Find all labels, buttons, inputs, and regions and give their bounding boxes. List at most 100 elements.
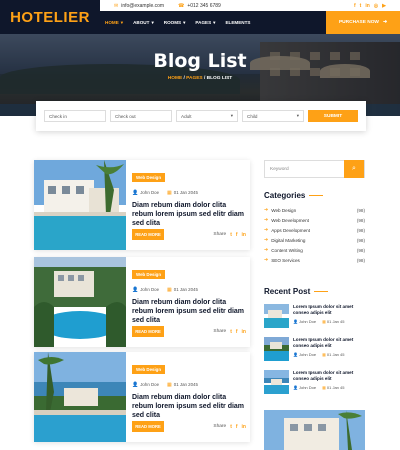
booking-search: Check in Check out Adult ▾ Child ▾ SUBMIT: [36, 101, 366, 131]
twitter-icon[interactable]: t: [230, 329, 232, 335]
recent-post-heading: Recent Post: [264, 287, 329, 296]
linkedin-icon[interactable]: in: [242, 232, 246, 238]
post-author: John Doe: [140, 190, 160, 195]
linkedin-icon[interactable]: in: [242, 329, 246, 335]
phone-icon: ☎: [178, 2, 185, 9]
nav-item-about[interactable]: ABOUT ▾: [128, 20, 159, 26]
calendar-icon: ▦: [167, 287, 172, 293]
calendar-icon: ▦: [322, 319, 326, 324]
breadcrumb-pages[interactable]: PAGES: [186, 76, 202, 81]
calendar-icon: ▦: [167, 190, 172, 196]
recent-post-title[interactable]: Lorem Ipsum dolor sit amet conseo adipis…: [293, 337, 365, 349]
instagram-icon[interactable]: ◎: [374, 3, 378, 9]
envelope-icon: ✉: [114, 2, 119, 9]
child-select[interactable]: Child ▾: [242, 110, 304, 122]
read-more-button[interactable]: READ MORE: [132, 421, 164, 432]
category-item[interactable]: ➜ SEO Services (98): [264, 255, 365, 265]
recent-post-item[interactable]: Lorem Ipsum dolor sit amet conseo adipis…: [264, 370, 365, 396]
sidebar-image[interactable]: [264, 410, 365, 450]
category-item[interactable]: ➜ Apps Development (98): [264, 225, 365, 235]
post-date: 01 Jan 2045: [173, 190, 198, 195]
recent-post-author: John Doe: [298, 319, 317, 324]
nav-item-elements[interactable]: ELEMENTS: [220, 20, 255, 26]
checkin-field[interactable]: Check in: [44, 110, 106, 122]
social-links: f t in ◎ ▶: [354, 3, 386, 9]
youtube-icon[interactable]: ▶: [382, 3, 386, 9]
breadcrumb: HOME / PAGES / BLOG LIST: [167, 76, 233, 81]
twitter-icon[interactable]: t: [230, 424, 232, 430]
user-icon: 👤: [293, 352, 298, 357]
post-category-tag[interactable]: Web Design: [132, 365, 166, 374]
calendar-icon: ▦: [322, 352, 326, 357]
recent-post-author: John Doe: [298, 385, 317, 390]
arrow-right-icon: ➜: [264, 247, 269, 253]
arrow-right-icon: ➜: [264, 257, 269, 263]
purchase-now-button[interactable]: PURCHASE NOW ➜: [326, 11, 400, 34]
recent-post-thumbnail[interactable]: [264, 370, 289, 394]
header: HOTELIER ✉ info@example.com ☎ +012 345 678…: [0, 0, 400, 34]
post-title[interactable]: Diam rebum diam dolor clita rebum lorem …: [132, 298, 246, 325]
category-list: ➜ Web Design (98) ➜ Web Development (98) ➜ Ap…: [264, 205, 365, 265]
blog-post: Web Design 👤 John Doe ▦ 01 Jan 2045 Diam re…: [34, 160, 250, 250]
category-item[interactable]: ➜ Content Writing (98): [264, 245, 365, 255]
brand-logo[interactable]: HOTELIER: [0, 0, 100, 34]
facebook-icon[interactable]: f: [236, 424, 238, 430]
category-item[interactable]: ➜ Digital Marketing (98): [264, 235, 365, 245]
linkedin-icon[interactable]: in: [242, 424, 246, 430]
submit-button[interactable]: SUBMIT: [308, 110, 358, 122]
blog-post: Web Design 👤 John Doe ▦ 01 Jan 2045 Diam re…: [34, 257, 250, 347]
facebook-icon[interactable]: f: [236, 232, 238, 238]
search-icon: ⌕: [352, 165, 356, 172]
post-title[interactable]: Diam rebum diam dolor clita rebum lorem …: [132, 201, 246, 228]
recent-post-title[interactable]: Lorem Ipsum dolor sit amet conseo adipis…: [293, 304, 365, 316]
read-more-button[interactable]: READ MORE: [132, 229, 164, 240]
read-more-button[interactable]: READ MORE: [132, 326, 164, 337]
adult-select[interactable]: Adult ▾: [176, 110, 238, 122]
blog-post: Web Design 👤 John Doe ▦ 01 Jan 2045 Diam re…: [34, 352, 250, 442]
twitter-icon[interactable]: t: [230, 232, 232, 238]
recent-post-thumbnail[interactable]: [264, 337, 289, 361]
checkout-field[interactable]: Check out: [110, 110, 172, 122]
calendar-icon: ▦: [167, 382, 172, 388]
arrow-right-icon: ➜: [264, 207, 269, 213]
nav-item-rooms[interactable]: ROOMS ▾: [159, 20, 191, 26]
arrow-right-icon: ➜: [264, 217, 269, 223]
post-image[interactable]: [34, 352, 126, 442]
facebook-icon[interactable]: f: [236, 329, 238, 335]
categories-heading: Categories: [264, 191, 324, 200]
share-links: Share t f in: [213, 231, 246, 238]
recent-post-date: 01 Jan 45: [326, 385, 345, 390]
category-item[interactable]: ➜ Web Development (98): [264, 215, 365, 225]
twitter-icon[interactable]: t: [360, 3, 362, 9]
sidebar-search: Keyword ⌕: [264, 160, 365, 178]
arrow-right-icon: ➜: [264, 227, 269, 233]
recent-post-item[interactable]: Lorem Ipsum dolor sit amet conseo adipis…: [264, 304, 365, 330]
keyword-input[interactable]: Keyword: [265, 167, 344, 172]
facebook-icon[interactable]: f: [354, 3, 356, 9]
category-item[interactable]: ➜ Web Design (98): [264, 205, 365, 215]
recent-post-item[interactable]: Lorem Ipsum dolor sit amet conseo adipis…: [264, 337, 365, 363]
email-contact: ✉ info@example.com: [114, 3, 164, 9]
post-image[interactable]: [34, 257, 126, 347]
post-category-tag[interactable]: Web Design: [132, 173, 166, 182]
email-text: info@example.com: [121, 2, 165, 9]
post-category-tag[interactable]: Web Design: [132, 270, 166, 279]
post-image[interactable]: [34, 160, 126, 250]
user-icon: 👤: [132, 382, 139, 388]
linkedin-icon[interactable]: in: [365, 3, 369, 9]
recent-post-date: 01 Jan 45: [326, 319, 345, 324]
post-title[interactable]: Diam rebum diam dolor clita rebum lorem …: [132, 393, 246, 420]
breadcrumb-current: BLOG LIST: [206, 76, 233, 81]
breadcrumb-home[interactable]: HOME: [168, 76, 182, 81]
arrow-right-icon: ➜: [264, 237, 269, 243]
nav-item-home[interactable]: HOME ▾: [100, 20, 128, 26]
recent-post-title[interactable]: Lorem Ipsum dolor sit amet conseo adipis…: [293, 370, 365, 382]
calendar-icon: ▦: [322, 385, 326, 390]
user-icon: 👤: [132, 287, 139, 293]
chevron-down-icon: ▾: [120, 19, 124, 25]
chevron-down-icon: ▾: [213, 19, 216, 25]
recent-post-thumbnail[interactable]: [264, 304, 289, 328]
contact-bar: ✉ info@example.com ☎ +012 345 6789 f t in …: [100, 0, 400, 11]
search-button[interactable]: ⌕: [344, 160, 364, 178]
nav-item-pages[interactable]: PAGES ▾: [190, 20, 220, 26]
